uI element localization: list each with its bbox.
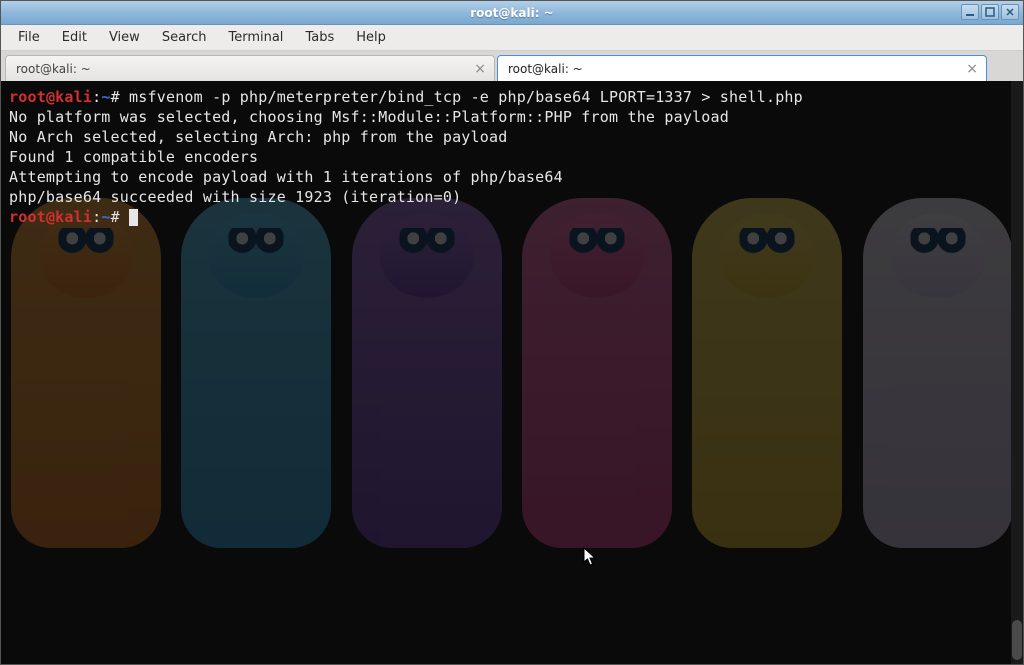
terminal-command: msfvenom -p php/meterpreter/bind_tcp -e … xyxy=(120,88,803,106)
menu-file[interactable]: File xyxy=(9,27,49,48)
terminal-line: Found 1 compatible encoders xyxy=(9,148,258,166)
menu-terminal[interactable]: Terminal xyxy=(219,27,292,48)
text-cursor xyxy=(129,209,138,226)
prompt-colon: : xyxy=(92,208,101,226)
prompt-hash: # xyxy=(111,88,120,106)
menu-help[interactable]: Help xyxy=(347,27,395,48)
menu-edit[interactable]: Edit xyxy=(53,27,96,48)
tab-label: root@kali: ~ xyxy=(16,62,91,76)
terminal-line: Attempting to encode payload with 1 iter… xyxy=(9,168,563,186)
tab-label: root@kali: ~ xyxy=(508,62,583,76)
menubar: File Edit View Search Terminal Tabs Help xyxy=(1,25,1023,51)
prompt-host: kali xyxy=(55,88,92,106)
menu-view[interactable]: View xyxy=(100,27,149,48)
prompt-hash: # xyxy=(111,208,120,226)
prompt-host: kali xyxy=(55,208,92,226)
menu-tabs[interactable]: Tabs xyxy=(296,27,343,48)
titlebar[interactable]: root@kali: ~ xyxy=(1,1,1023,25)
close-icon[interactable]: × xyxy=(474,61,486,77)
prompt-user: root xyxy=(9,208,46,226)
window-title: root@kali: ~ xyxy=(470,6,553,20)
terminal-window: root@kali: ~ File Edit View Search Termi… xyxy=(0,0,1024,665)
window-controls xyxy=(961,4,1019,20)
tabbar: root@kali: ~ × root@kali: ~ × xyxy=(1,51,1023,81)
terminal-area[interactable]: root@kali:~# msfvenom -p php/meterpreter… xyxy=(1,81,1023,664)
prompt-at: @ xyxy=(46,88,55,106)
tab-active[interactable]: root@kali: ~ × xyxy=(497,55,987,81)
menu-search[interactable]: Search xyxy=(153,27,216,48)
minimize-button[interactable] xyxy=(961,4,979,20)
scrollbar[interactable] xyxy=(1011,81,1023,664)
scrollbar-thumb[interactable] xyxy=(1012,620,1022,660)
tab-inactive[interactable]: root@kali: ~ × xyxy=(5,55,495,81)
prompt-colon: : xyxy=(92,88,101,106)
maximize-button[interactable] xyxy=(981,4,999,20)
prompt-path: ~ xyxy=(101,88,110,106)
terminal-line: No Arch selected, selecting Arch: php fr… xyxy=(9,128,507,146)
terminal-output[interactable]: root@kali:~# msfvenom -p php/meterpreter… xyxy=(1,81,1023,664)
terminal-line: No platform was selected, choosing Msf::… xyxy=(9,108,729,126)
prompt-user: root xyxy=(9,88,46,106)
prompt-path: ~ xyxy=(101,208,110,226)
prompt-at: @ xyxy=(46,208,55,226)
close-icon[interactable]: × xyxy=(966,61,978,77)
terminal-line: php/base64 succeeded with size 1923 (ite… xyxy=(9,188,461,206)
close-button[interactable] xyxy=(1001,4,1019,20)
